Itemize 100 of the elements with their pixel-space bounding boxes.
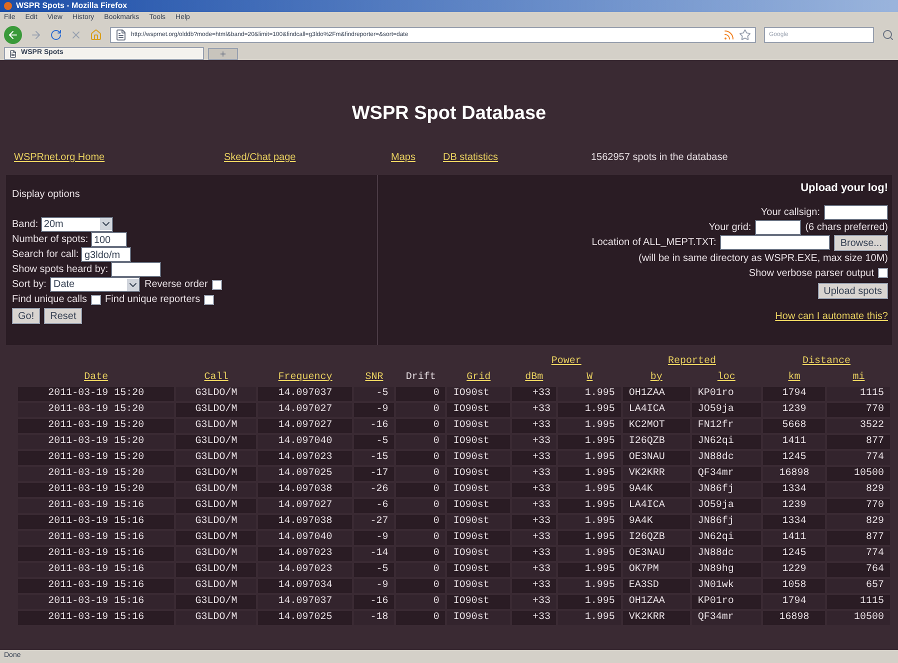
checkbox[interactable]	[204, 294, 214, 305]
table-cell: JN86fj	[692, 482, 761, 496]
table-cell: 1.995	[558, 610, 621, 624]
table-cell: 1115	[827, 386, 890, 400]
column-header-link[interactable]: km	[788, 372, 800, 382]
table-cell: VK2KRR	[622, 610, 690, 624]
reload-icon[interactable]	[50, 29, 62, 41]
table-cell: +33	[512, 562, 556, 576]
table-cell: +33	[512, 402, 556, 416]
table-cell: 9A4K	[622, 514, 690, 528]
table-cell: 2011-03-19 15:16	[18, 514, 174, 528]
table-cell: IO90st	[447, 514, 510, 528]
table-cell: 774	[827, 450, 890, 464]
table-cell: 1.995	[558, 482, 621, 496]
nav-link[interactable]: WSPRnet.org Home	[14, 150, 224, 165]
table-cell: IO90st	[447, 434, 510, 448]
table-cell: IO90st	[447, 466, 510, 480]
checkbox[interactable]	[91, 294, 102, 305]
table-cell: G3LDO/M	[176, 434, 256, 448]
input-field[interactable]	[755, 220, 802, 234]
table-cell: 770	[827, 402, 890, 416]
back-button[interactable]	[4, 26, 22, 44]
table-cell: 1.995	[558, 434, 621, 448]
column-header-link[interactable]: mi	[852, 372, 865, 382]
table-cell: +33	[512, 610, 556, 624]
nav-link[interactable]: Maps	[391, 150, 443, 165]
rss-icon[interactable]	[723, 29, 735, 41]
table-cell: 0	[396, 514, 446, 528]
new-tab-button[interactable]	[208, 48, 238, 60]
table-cell: OE3NAU	[622, 546, 690, 560]
column-group-link[interactable]: Distance	[802, 356, 850, 366]
column-header-link[interactable]: Grid	[466, 372, 491, 382]
field-label: Your grid:	[708, 220, 752, 234]
table-cell: 14.097027	[258, 498, 352, 512]
table-cell: -14	[354, 546, 394, 560]
table-cell: -17	[354, 466, 394, 480]
table-cell: G3LDO/M	[176, 594, 256, 608]
file-field[interactable]	[720, 235, 830, 250]
table-cell: 14.097037	[258, 386, 352, 400]
input-field[interactable]: g3ldo/m	[81, 246, 132, 262]
table-cell: G3LDO/M	[176, 450, 256, 464]
table-cell: 14.097027	[258, 418, 352, 432]
table-cell: 2011-03-19 15:20	[18, 434, 174, 448]
checkbox[interactable]	[212, 280, 222, 290]
table-cell: 14.097027	[258, 402, 352, 416]
column-header: Drift	[406, 372, 436, 382]
column-group-link[interactable]: Reported	[668, 356, 716, 366]
help-link[interactable]: How can I automate this?	[775, 308, 888, 324]
table-cell: 2011-03-19 15:20	[18, 450, 174, 464]
input-field[interactable]: 100	[90, 232, 127, 247]
table-cell: 2011-03-19 15:16	[18, 562, 174, 576]
nav-link[interactable]: DB statistics	[443, 150, 591, 165]
table-cell: IO90st	[447, 578, 510, 592]
table-cell: 1245	[762, 546, 826, 560]
column-header-link[interactable]: Call	[204, 372, 228, 382]
column-header-link[interactable]: Frequency	[278, 372, 332, 382]
table-cell: G3LDO/M	[176, 578, 256, 592]
search-icon[interactable]	[882, 29, 894, 41]
table-cell: 1.995	[558, 386, 621, 400]
column-header-link[interactable]: loc	[717, 372, 736, 382]
table-cell: 0	[396, 450, 446, 464]
column-header-link[interactable]: Date	[84, 372, 108, 382]
column-group-link[interactable]: Power	[551, 356, 582, 366]
form-button[interactable]: Reset	[44, 308, 82, 324]
caret-icon	[127, 278, 140, 291]
table-cell: -5	[354, 562, 394, 576]
table-cell: G3LDO/M	[176, 530, 256, 544]
input-field[interactable]	[824, 204, 888, 220]
table-cell: IO90st	[447, 498, 510, 512]
column-header-link[interactable]: dBm	[525, 372, 544, 382]
dropdown[interactable]: 20m	[40, 216, 113, 232]
table-cell: 10500	[827, 466, 890, 480]
table-cell: JN88dc	[692, 546, 761, 560]
table-cell: 1.995	[558, 562, 621, 576]
column-header-link[interactable]: by	[650, 372, 662, 382]
plus-icon	[219, 50, 227, 58]
table-cell: VK2KRR	[622, 466, 690, 480]
nav-link[interactable]: Sked/Chat page	[224, 150, 391, 165]
table-cell: G3LDO/M	[176, 418, 256, 432]
table-cell: 0	[396, 530, 446, 544]
form-button[interactable]: Browse...	[834, 234, 888, 250]
table-cell: I26QZB	[622, 434, 690, 448]
column-header-link[interactable]: W	[586, 372, 593, 382]
form-button[interactable]: Upload spots	[818, 282, 888, 298]
field-label: Your callsign:	[760, 206, 820, 220]
table-cell: 14.097037	[258, 594, 352, 608]
table-cell: 1334	[762, 482, 826, 496]
table-cell: 2011-03-19 15:20	[18, 466, 174, 480]
table-cell: +33	[512, 530, 556, 544]
table-cell: 14.097038	[258, 482, 352, 496]
table-cell: -18	[354, 610, 394, 624]
dropdown[interactable]: Date	[50, 277, 140, 292]
table-cell: 1411	[762, 530, 826, 544]
input-field[interactable]	[110, 262, 161, 277]
form-button[interactable]: Go!	[12, 308, 40, 324]
column-header-link[interactable]: SNR	[365, 372, 384, 382]
table-cell: 2011-03-19 15:20	[18, 402, 174, 416]
checkbox[interactable]	[878, 268, 888, 278]
table-cell: G3LDO/M	[176, 482, 256, 496]
star-icon[interactable]	[739, 29, 751, 41]
